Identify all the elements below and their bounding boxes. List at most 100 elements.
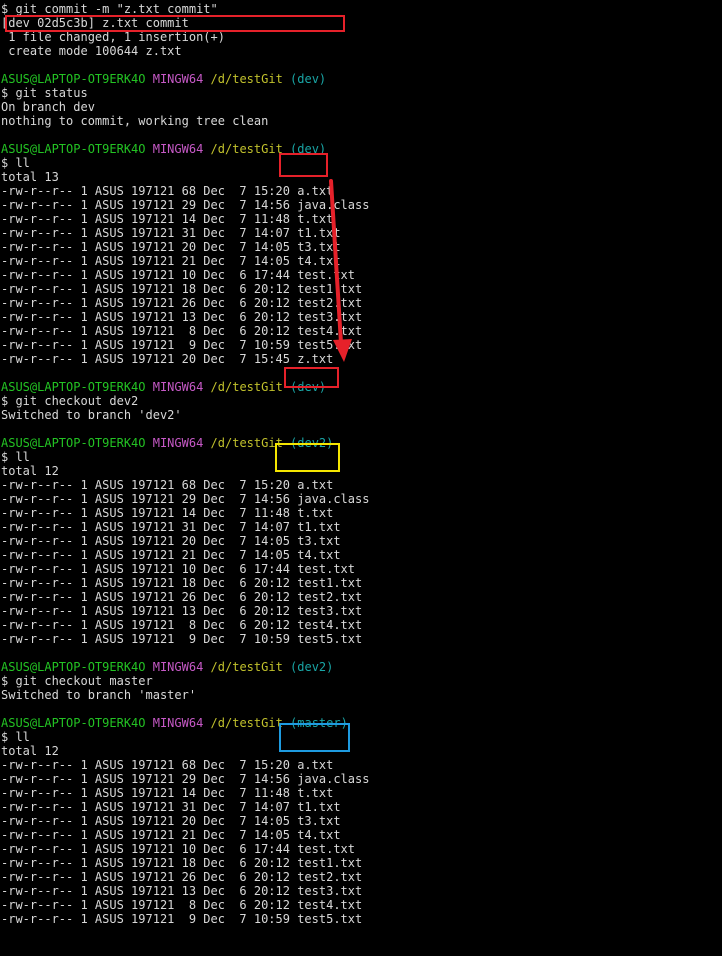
command-line: $ ll	[1, 730, 719, 744]
output-line: -rw-r--r-- 1 ASUS 197121 31 Dec 7 14:07 …	[1, 520, 719, 534]
output-line: -rw-r--r-- 1 ASUS 197121 8 Dec 6 20:12 t…	[1, 618, 719, 632]
output-line: -rw-r--r-- 1 ASUS 197121 8 Dec 6 20:12 t…	[1, 898, 719, 912]
output-line: -rw-r--r-- 1 ASUS 197121 31 Dec 7 14:07 …	[1, 800, 719, 814]
prompt-system: MINGW64	[152, 142, 204, 156]
output-line: -rw-r--r-- 1 ASUS 197121 10 Dec 6 17:44 …	[1, 842, 719, 856]
output-text: -rw-r--r-- 1 ASUS 197121 9 Dec 7 10:59 t…	[1, 912, 363, 926]
output-text: -rw-r--r-- 1 ASUS 197121 29 Dec 7 14:56 …	[1, 492, 370, 506]
output-text: -rw-r--r-- 1 ASUS 197121 68 Dec 7 15:20 …	[1, 758, 334, 772]
output-text: -rw-r--r-- 1 ASUS 197121 18 Dec 6 20:12 …	[1, 576, 363, 590]
prompt-user-host: ASUS@LAPTOP-OT9ERK4O	[1, 380, 146, 394]
output-text: total 13	[1, 170, 59, 184]
command-line: $ git status	[1, 86, 719, 100]
output-text: -rw-r--r-- 1 ASUS 197121 18 Dec 6 20:12 …	[1, 282, 363, 296]
output-line: [dev 02d5c3b] z.txt commit	[1, 16, 719, 30]
prompt-line: ASUS@LAPTOP-OT9ERK4O MINGW64 /d/testGit …	[1, 716, 719, 730]
output-line: -rw-r--r-- 1 ASUS 197121 18 Dec 6 20:12 …	[1, 282, 719, 296]
output-line: -rw-r--r-- 1 ASUS 197121 9 Dec 7 10:59 t…	[1, 338, 719, 352]
output-line: -rw-r--r-- 1 ASUS 197121 13 Dec 6 20:12 …	[1, 884, 719, 898]
output-line: -rw-r--r-- 1 ASUS 197121 13 Dec 6 20:12 …	[1, 604, 719, 618]
output-line: -rw-r--r-- 1 ASUS 197121 68 Dec 7 15:20 …	[1, 758, 719, 772]
output-line: total 13	[1, 170, 719, 184]
prompt-system: MINGW64	[152, 72, 204, 86]
command-line: $ git commit -m "z.txt commit"	[1, 2, 719, 16]
output-line: -rw-r--r-- 1 ASUS 197121 14 Dec 7 11:48 …	[1, 786, 719, 800]
output-text: -rw-r--r-- 1 ASUS 197121 29 Dec 7 14:56 …	[1, 198, 370, 212]
output-text: -rw-r--r-- 1 ASUS 197121 8 Dec 6 20:12 t…	[1, 324, 363, 338]
output-text: total 12	[1, 464, 59, 478]
output-line: create mode 100644 z.txt	[1, 44, 719, 58]
output-line: -rw-r--r-- 1 ASUS 197121 29 Dec 7 14:56 …	[1, 492, 719, 506]
command-line: $ ll	[1, 450, 719, 464]
output-line: -rw-r--r-- 1 ASUS 197121 14 Dec 7 11:48 …	[1, 212, 719, 226]
output-text: -rw-r--r-- 1 ASUS 197121 21 Dec 7 14:05 …	[1, 254, 341, 268]
prompt-path: /d/testGit	[210, 716, 283, 730]
prompt-system: MINGW64	[152, 660, 204, 674]
output-line: -rw-r--r-- 1 ASUS 197121 20 Dec 7 14:05 …	[1, 240, 719, 254]
output-line: total 12	[1, 744, 719, 758]
output-text: On branch dev	[1, 100, 95, 114]
output-line: -rw-r--r-- 1 ASUS 197121 9 Dec 7 10:59 t…	[1, 632, 719, 646]
prompt-system: MINGW64	[152, 436, 204, 450]
command-text: $ git status	[1, 86, 88, 100]
prompt-system: MINGW64	[152, 716, 204, 730]
output-text: -rw-r--r-- 1 ASUS 197121 26 Dec 6 20:12 …	[1, 590, 363, 604]
output-text: -rw-r--r-- 1 ASUS 197121 68 Dec 7 15:20 …	[1, 184, 334, 198]
output-text: -rw-r--r-- 1 ASUS 197121 31 Dec 7 14:07 …	[1, 520, 341, 534]
output-text: -rw-r--r-- 1 ASUS 197121 10 Dec 6 17:44 …	[1, 268, 356, 282]
output-line: -rw-r--r-- 1 ASUS 197121 26 Dec 6 20:12 …	[1, 870, 719, 884]
output-text: -rw-r--r-- 1 ASUS 197121 29 Dec 7 14:56 …	[1, 772, 370, 786]
terminal-output[interactable]: $ git commit -m "z.txt commit" [dev 02d5c…	[1, 2, 719, 926]
output-line: -rw-r--r-- 1 ASUS 197121 18 Dec 6 20:12 …	[1, 856, 719, 870]
output-text: -rw-r--r-- 1 ASUS 197121 10 Dec 6 17:44 …	[1, 842, 356, 856]
prompt-branch: (master)	[290, 716, 348, 730]
command-text: $ ll	[1, 156, 30, 170]
prompt-line: ASUS@LAPTOP-OT9ERK4O MINGW64 /d/testGit …	[1, 142, 719, 156]
output-text: -rw-r--r-- 1 ASUS 197121 13 Dec 6 20:12 …	[1, 310, 363, 324]
output-line: -rw-r--r-- 1 ASUS 197121 8 Dec 6 20:12 t…	[1, 324, 719, 338]
output-line: -rw-r--r-- 1 ASUS 197121 31 Dec 7 14:07 …	[1, 226, 719, 240]
prompt-user-host: ASUS@LAPTOP-OT9ERK4O	[1, 436, 146, 450]
output-text: Switched to branch 'master'	[1, 688, 197, 702]
prompt-path: /d/testGit	[210, 72, 283, 86]
output-line: -rw-r--r-- 1 ASUS 197121 21 Dec 7 14:05 …	[1, 254, 719, 268]
output-text: -rw-r--r-- 1 ASUS 197121 14 Dec 7 11:48 …	[1, 506, 334, 520]
output-text: nothing to commit, working tree clean	[1, 114, 269, 128]
prompt-line: ASUS@LAPTOP-OT9ERK4O MINGW64 /d/testGit …	[1, 72, 719, 86]
prompt-path: /d/testGit	[210, 660, 283, 674]
prompt-line: ASUS@LAPTOP-OT9ERK4O MINGW64 /d/testGit …	[1, 436, 719, 450]
output-text: -rw-r--r-- 1 ASUS 197121 20 Dec 7 14:05 …	[1, 814, 341, 828]
output-text: create mode 100644 z.txt	[1, 44, 182, 58]
command-text: $ git checkout dev2	[1, 394, 139, 408]
prompt-user-host: ASUS@LAPTOP-OT9ERK4O	[1, 142, 146, 156]
output-text: [dev 02d5c3b] z.txt commit	[1, 16, 189, 30]
prompt-user-host: ASUS@LAPTOP-OT9ERK4O	[1, 716, 146, 730]
output-line: -rw-r--r-- 1 ASUS 197121 29 Dec 7 14:56 …	[1, 198, 719, 212]
command-text: $ git checkout master	[1, 674, 153, 688]
output-line: -rw-r--r-- 1 ASUS 197121 13 Dec 6 20:12 …	[1, 310, 719, 324]
output-line: -rw-r--r-- 1 ASUS 197121 68 Dec 7 15:20 …	[1, 478, 719, 492]
output-text: -rw-r--r-- 1 ASUS 197121 9 Dec 7 10:59 t…	[1, 632, 363, 646]
output-text: -rw-r--r-- 1 ASUS 197121 14 Dec 7 11:48 …	[1, 212, 334, 226]
output-line: 1 file changed, 1 insertion(+)	[1, 30, 719, 44]
command-text: $ ll	[1, 450, 30, 464]
command-text: $ git commit -m "z.txt commit"	[1, 2, 218, 16]
output-line: -rw-r--r-- 1 ASUS 197121 26 Dec 6 20:12 …	[1, 296, 719, 310]
output-text: -rw-r--r-- 1 ASUS 197121 20 Dec 7 14:05 …	[1, 534, 341, 548]
output-text: total 12	[1, 744, 59, 758]
output-line: -rw-r--r-- 1 ASUS 197121 20 Dec 7 15:45 …	[1, 352, 719, 366]
prompt-user-host: ASUS@LAPTOP-OT9ERK4O	[1, 72, 146, 86]
output-line: nothing to commit, working tree clean	[1, 114, 719, 128]
output-line: -rw-r--r-- 1 ASUS 197121 10 Dec 6 17:44 …	[1, 562, 719, 576]
output-text: -rw-r--r-- 1 ASUS 197121 21 Dec 7 14:05 …	[1, 828, 341, 842]
output-line: Switched to branch 'dev2'	[1, 408, 719, 422]
output-text: -rw-r--r-- 1 ASUS 197121 8 Dec 6 20:12 t…	[1, 898, 363, 912]
command-line: $ git checkout master	[1, 674, 719, 688]
command-line: $ git checkout dev2	[1, 394, 719, 408]
